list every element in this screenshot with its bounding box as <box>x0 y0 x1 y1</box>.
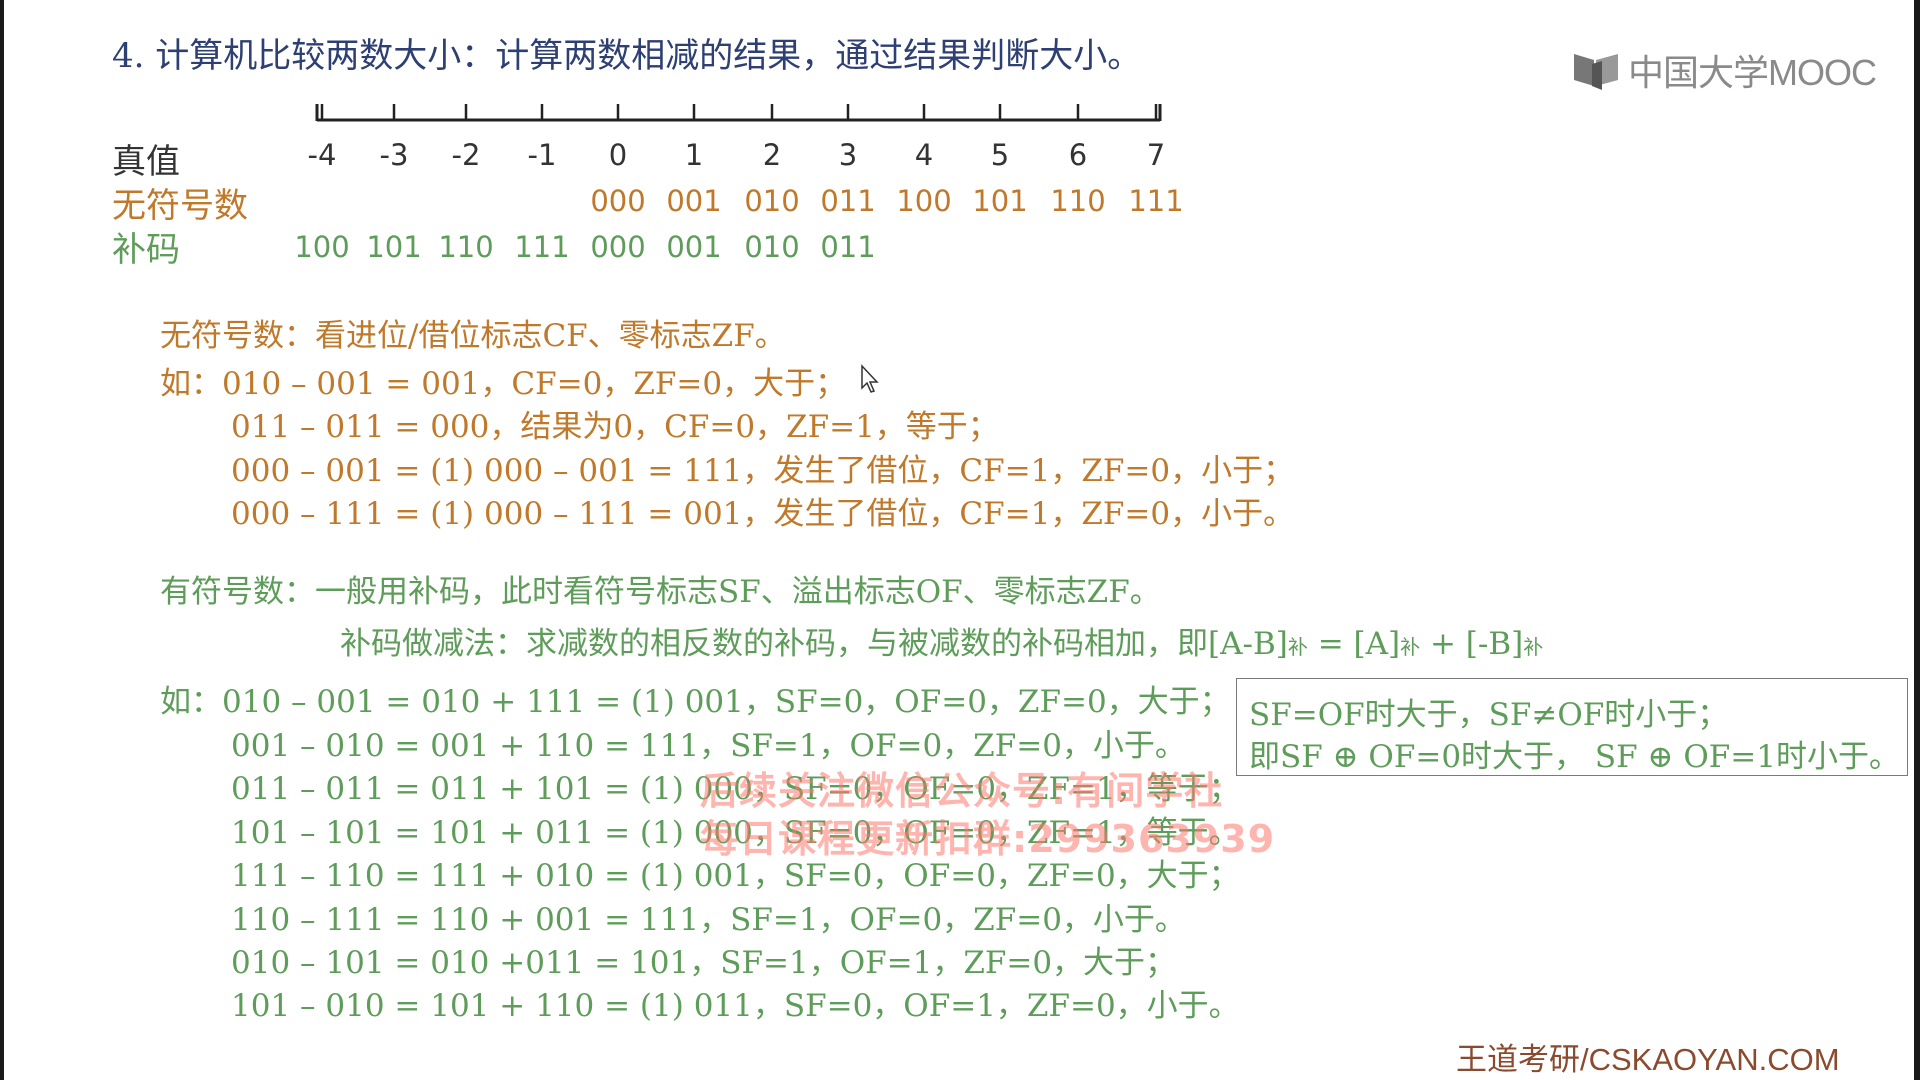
mooc-book-icon <box>1574 54 1618 90</box>
mooc-logo-text: 中国大学MOOC <box>1628 52 1877 93</box>
unsigned-cell: 000 <box>590 184 646 218</box>
unsigned-example-4: 000 – 111 = (1) 000 – 111 = 001，发生了借位，CF… <box>231 496 1295 532</box>
true-value-cell: 5 <box>990 138 1010 172</box>
footer-brand: 王道考研/CSKAOYAN.COM <box>1456 1042 1840 1077</box>
signed-method-text: 补码做减法：求减数的相反数的补码，与被减数的补码相加，即 <box>340 626 1208 662</box>
comparison-rule-box: SF=OF时大于，SF≠OF时小于； 即SF ⊕ OF=0时大于， SF ⊕ O… <box>1236 678 1908 776</box>
true-value-label: 真值 <box>112 142 180 182</box>
signed-example-2: 001 – 010 = 001 + 110 = 111，SF=1，OF=0，ZF… <box>231 728 1186 764</box>
formula-sub-3: 补 <box>1523 635 1544 659</box>
unsigned-label: 无符号数 <box>112 186 248 226</box>
formula-sub-1: 补 <box>1287 635 1308 659</box>
twos-complement-cell: 101 <box>366 230 422 264</box>
true-value-cell: -2 <box>451 138 481 172</box>
slide: 4. 计算机比较两数大小：计算两数相减的结果，通过结果判断大小。 中国大学MOO… <box>0 0 1920 1080</box>
signed-example-8: 101 – 010 = 101 + 110 = (1) 011，SF=0，OF=… <box>231 988 1240 1024</box>
unsigned-heading: 无符号数：看进位/借位标志CF、零标志ZF。 <box>160 318 786 354</box>
signed-example-1: 如：010 – 001 = 010 + 111 = (1) 001，SF=0，O… <box>160 684 1231 720</box>
rule-line-2: 即SF ⊕ OF=0时大于， SF ⊕ OF=1时小于。 <box>1249 739 1900 775</box>
mooc-logo: 中国大学MOOC <box>1572 44 1877 96</box>
unsigned-example-1: 如：010 – 001 = 001，CF=0，ZF=0，大于； <box>160 366 847 402</box>
unsigned-cell: 100 <box>896 184 952 218</box>
unsigned-cell: 111 <box>1128 184 1184 218</box>
twos-complement-cell: 001 <box>666 230 722 264</box>
true-value-cell: -3 <box>379 138 409 172</box>
unsigned-example-3: 000 – 001 = (1) 000 – 001 = 111，发生了借位，CF… <box>231 453 1295 489</box>
mouse-cursor-icon <box>861 364 879 393</box>
true-value-cell: -1 <box>527 138 557 172</box>
number-line <box>315 104 1162 122</box>
true-value-cell: 3 <box>838 138 858 172</box>
formula-eq: = <box>1307 626 1354 662</box>
formula-sub-2: 补 <box>1400 635 1421 659</box>
signed-example-6: 110 – 111 = 110 + 001 = 111，SF=1，OF=0，ZF… <box>231 902 1186 938</box>
unsigned-example-2: 011 – 011 = 000，结果为0，CF=0，ZF=1，等于； <box>231 409 999 445</box>
true-value-cell: 0 <box>608 138 628 172</box>
true-value-cell: 2 <box>762 138 782 172</box>
twos-complement-cell: 100 <box>294 230 350 264</box>
signed-example-7: 010 – 101 = 010 +011 = 101，SF=1，OF=1，ZF=… <box>231 945 1177 981</box>
true-value-cell: 6 <box>1068 138 1088 172</box>
watermark-line-1: 后续关注微信公众号:有间学社 <box>700 769 1224 813</box>
slide-title: 4. 计算机比较两数大小：计算两数相减的结果，通过结果判断大小。 <box>112 36 1142 76</box>
true-value-cell: 7 <box>1146 138 1166 172</box>
twos-complement-cell: 110 <box>438 230 494 264</box>
twos-complement-cell: 010 <box>744 230 800 264</box>
true-value-cell: 4 <box>914 138 934 172</box>
rule-line-1: SF=OF时大于，SF≠OF时小于； <box>1249 697 1729 733</box>
left-edge-border <box>0 0 4 1080</box>
unsigned-cell: 010 <box>744 184 800 218</box>
true-value-cell: 1 <box>684 138 704 172</box>
twos-complement-cell: 000 <box>590 230 646 264</box>
formula-a: [A] <box>1353 626 1401 662</box>
twos-complement-label: 补码 <box>112 230 180 270</box>
formula-b: [-B] <box>1465 626 1524 662</box>
watermark-line-2: 每日课程更新扣群:299363939 <box>700 817 1276 861</box>
unsigned-cell: 001 <box>666 184 722 218</box>
unsigned-cell: 110 <box>1050 184 1106 218</box>
true-value-cell: -4 <box>307 138 337 172</box>
formula-plus: + <box>1420 626 1466 662</box>
unsigned-cell: 011 <box>820 184 876 218</box>
twos-complement-cell: 011 <box>820 230 876 264</box>
signed-method: 补码做减法：求减数的相反数的补码，与被减数的补码相加，即[A-B]补 = [A]… <box>340 618 1543 663</box>
formula-lhs: [A-B] <box>1208 626 1288 662</box>
unsigned-cell: 101 <box>972 184 1028 218</box>
signed-heading: 有符号数：一般用补码，此时看符号标志SF、溢出标志OF、零标志ZF。 <box>160 574 1161 610</box>
twos-complement-cell: 111 <box>514 230 570 264</box>
right-edge-border <box>1914 0 1920 1080</box>
